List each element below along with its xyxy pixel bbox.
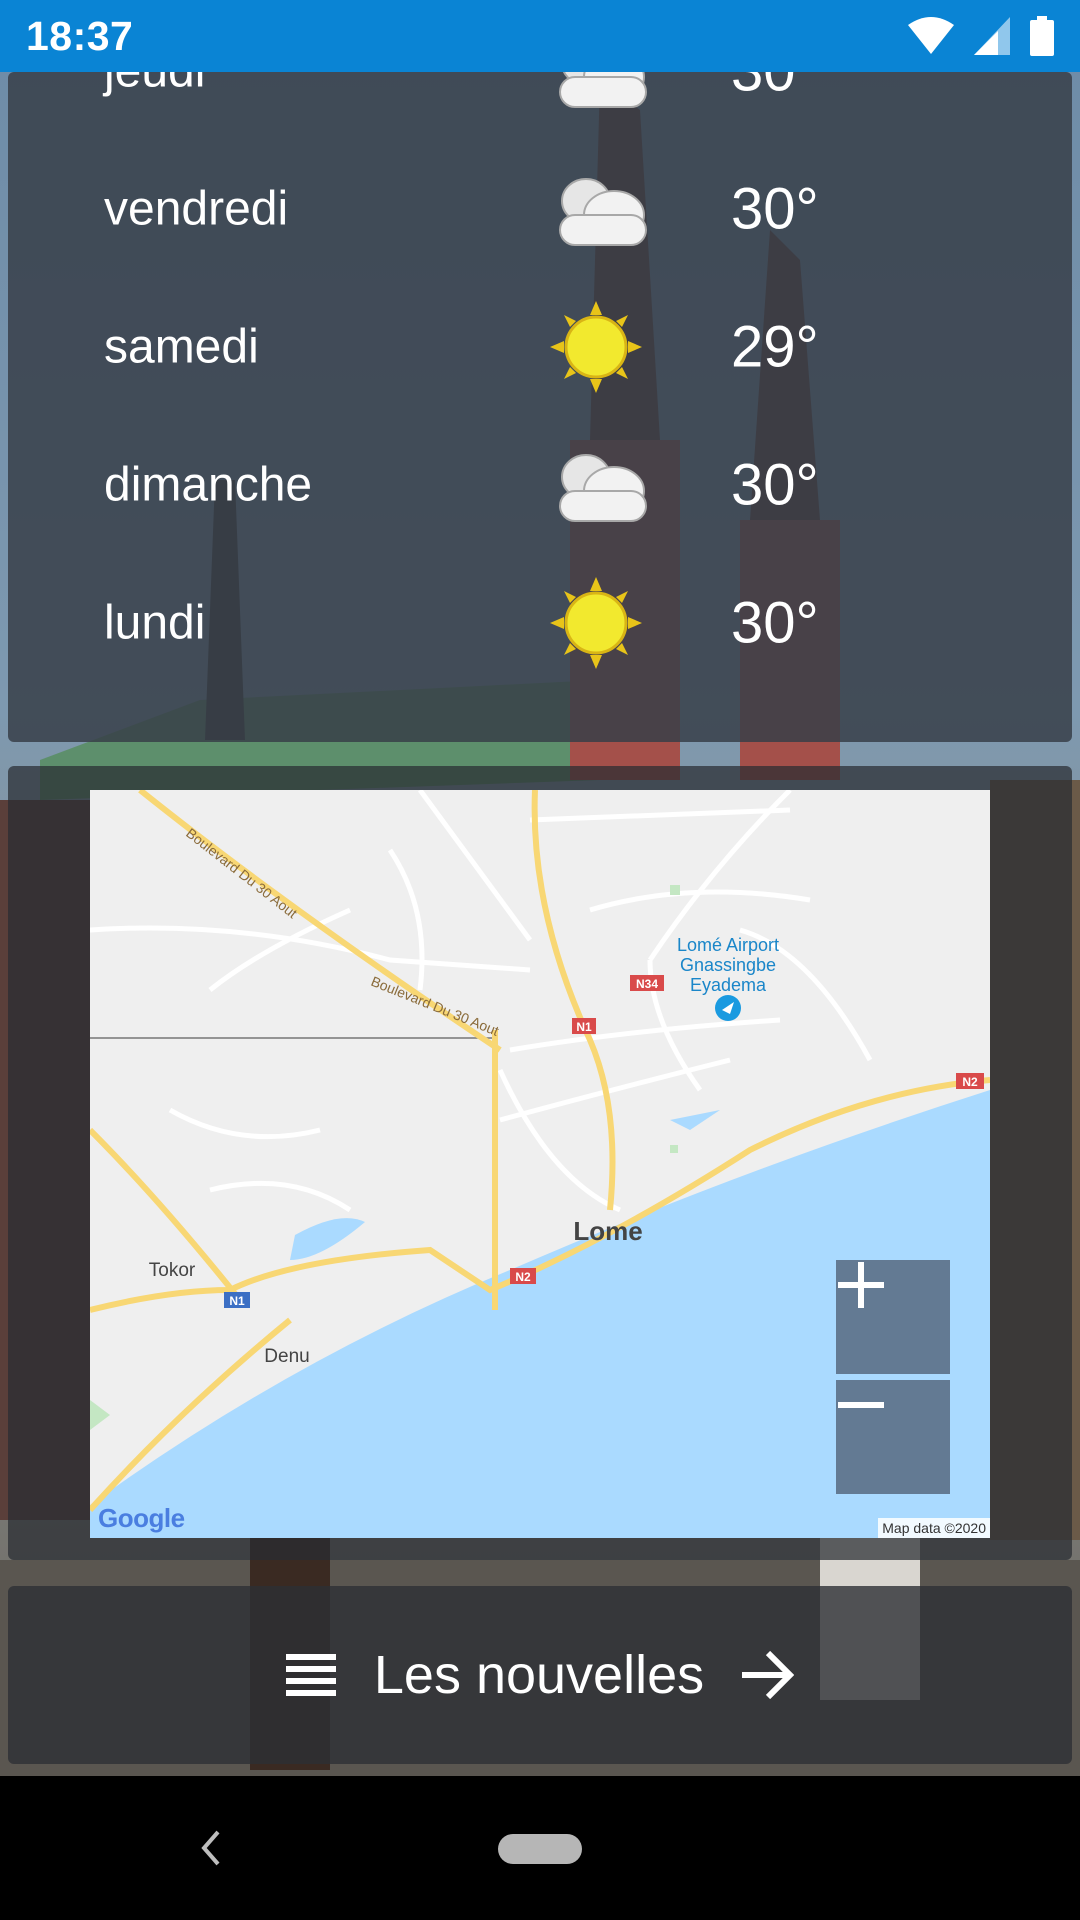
status-bar: 18:37 [0, 0, 1080, 72]
status-time: 18:37 [26, 12, 134, 59]
forecast-day: samedi [104, 320, 259, 374]
map-label-n34: N34 [636, 977, 658, 991]
map-label-airport: Lomé Airport [677, 935, 779, 955]
map-label-denu: Denu [264, 1346, 309, 1367]
forecast-day: lundi [104, 596, 206, 650]
map-label-city: Lome [573, 1216, 642, 1246]
map-label-tokor: Tokor [149, 1260, 196, 1281]
google-logo: Google [98, 1503, 185, 1533]
plus-icon [838, 1262, 884, 1308]
news-label: Les nouvelles [373, 1645, 705, 1705]
forecast-row: lundi 30° [8, 554, 1072, 692]
back-icon[interactable] [190, 1824, 230, 1872]
forecast-day: vendredi [104, 182, 289, 236]
map-credit[interactable]: Map data ©2020 [878, 1518, 990, 1538]
zoom-out-button[interactable] [836, 1380, 950, 1494]
sun-icon [550, 301, 642, 393]
cloud-icon [559, 454, 647, 522]
map-label-n1: N1 [229, 1294, 245, 1308]
minus-icon [838, 1402, 884, 1408]
forecast-temp: 30° [731, 452, 819, 518]
cell-signal-icon [974, 17, 1010, 55]
status-icons [908, 16, 1054, 56]
forecast-temp: 30° [731, 176, 819, 242]
forecast-temp: 29° [731, 314, 819, 380]
map-label-n2: N2 [515, 1270, 531, 1284]
forecast-row: dimanche 30° [8, 416, 1072, 554]
forecast-card: jeudi 30° vendredi 30° samedi [8, 39, 1072, 742]
zoom-in-button[interactable] [836, 1260, 950, 1374]
map-label-airport: Gnassingbe [680, 955, 776, 975]
navigation-bar [0, 1776, 1080, 1920]
map-label-airport: Eyadema [690, 975, 767, 995]
forecast-day: dimanche [104, 458, 313, 512]
list-icon [285, 1654, 336, 1696]
battery-icon [1030, 16, 1054, 56]
map-label-n2: N2 [962, 1075, 978, 1089]
map-card: N1 N34 N2 N2 N1 Boulevard Du 30 Aout Bou… [8, 766, 1072, 1560]
sun-icon [550, 577, 642, 669]
forecast-row: samedi 29° [8, 278, 1072, 416]
map-view[interactable]: N1 N34 N2 N2 N1 Boulevard Du 30 Aout Bou… [90, 790, 990, 1538]
arrow-right-icon [742, 1651, 795, 1699]
home-button[interactable] [498, 1834, 582, 1864]
wifi-icon [908, 17, 954, 54]
news-button[interactable]: Les nouvelles [8, 1586, 1072, 1764]
cloud-icon [559, 178, 647, 246]
forecast-row: vendredi 30° [8, 140, 1072, 278]
map-label-n1: N1 [576, 1020, 592, 1034]
forecast-temp: 30° [731, 590, 819, 656]
